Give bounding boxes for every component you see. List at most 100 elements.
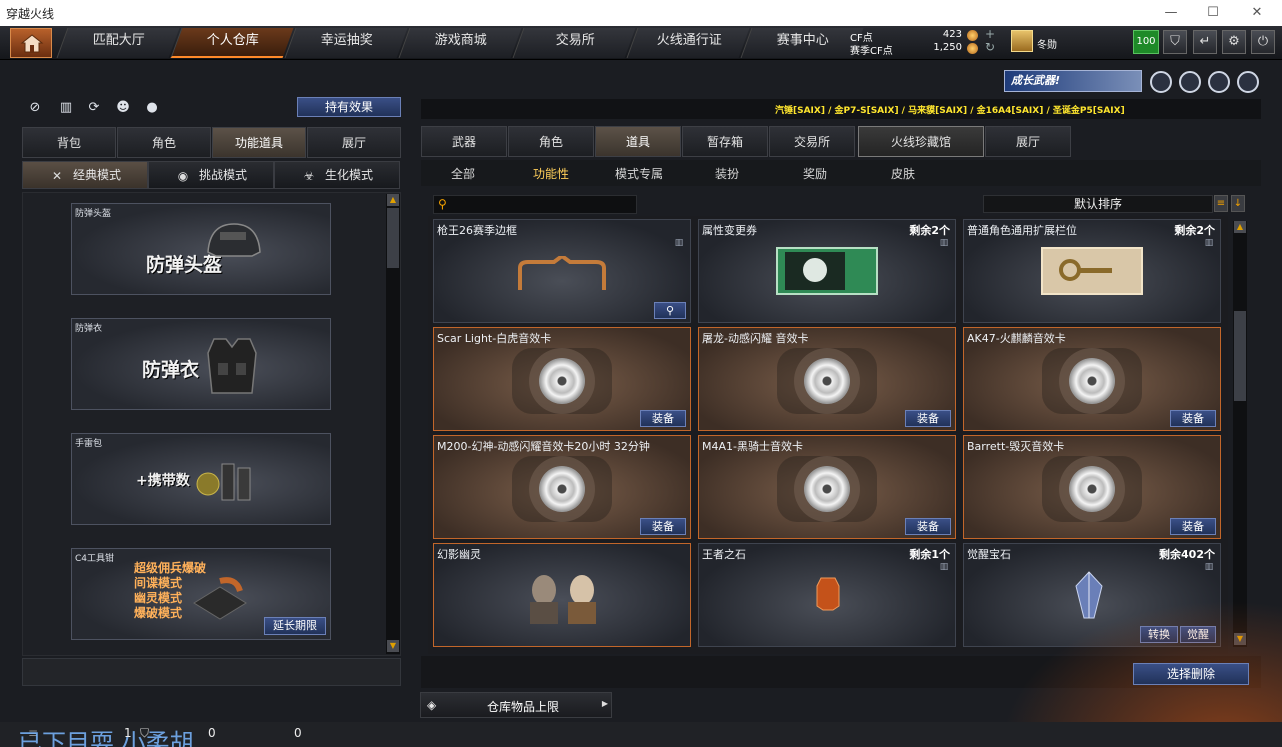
maximize-button[interactable]: ☐ [1192, 2, 1234, 24]
warehouse-tabs: 武器 角色 道具 暂存箱 交易所 火线珍藏馆 展厅 [421, 126, 1261, 157]
tab-function-items[interactable]: 功能道具 [212, 127, 306, 158]
tab-lucky-draw[interactable]: 幸运抽奖 [284, 28, 408, 58]
minimize-button[interactable]: — [1150, 2, 1192, 24]
tab-items[interactable]: 道具 [595, 126, 681, 157]
tab-battle-pass[interactable]: 火线通行证 [626, 28, 750, 58]
subtab-all[interactable]: 全部 [451, 165, 475, 182]
subtab-dressup[interactable]: 装扮 [715, 165, 739, 182]
tab-game-store[interactable]: 游戏商城 [398, 28, 522, 58]
cycle-icon[interactable]: ⟳ [83, 97, 105, 119]
equip-button[interactable]: 装备 [1170, 410, 1216, 427]
grenade-icon[interactable]: ● [141, 97, 163, 119]
equip-button[interactable]: 装备 [905, 410, 951, 427]
gun-recommend-list[interactable]: 汽锤[SAIX] / 金P7-S[SAIX] / 马来貘[SAIX] / 金16… [775, 103, 1125, 116]
tab-challenge-mode[interactable]: ◉ 挑战模式 [148, 161, 274, 189]
list-view-icon[interactable]: ≡ [1214, 195, 1228, 212]
challenge-icon: ◉ [177, 169, 189, 183]
equip-card-helmet[interactable]: 防弹头盔 防弹头盔 [71, 203, 331, 295]
magnify-icon[interactable]: ⚲ [654, 302, 686, 319]
equip-card-c4-pliers[interactable]: C4工具钳 超级佣兵爆破 间谍模式 幽灵模式 爆破模式 延长期限 [71, 548, 331, 640]
trash-icon[interactable]: ▥ [1203, 561, 1215, 573]
item-card[interactable]: M200-幻神-动感闪耀音效卡20小时 32分钟 装备 [433, 435, 691, 539]
tab-storage-box[interactable]: 暂存箱 [682, 126, 768, 157]
tab-exchange[interactable]: 交易所 [512, 28, 636, 58]
owned-effects-button[interactable]: 持有效果 [297, 97, 401, 117]
item-card[interactable]: Scar Light-白虎音效卡 装备 [433, 327, 691, 431]
tab-character[interactable]: 角色 [117, 127, 211, 158]
character-icon[interactable]: ☻ [112, 97, 134, 119]
power-icon[interactable]: ⏻ [1251, 30, 1275, 54]
left-scroll-thumb[interactable] [387, 208, 399, 268]
trash-icon[interactable]: ▥ [938, 561, 950, 573]
select-delete-button[interactable]: 选择删除 [1133, 663, 1249, 685]
refresh-icon[interactable]: ↻ [984, 41, 996, 54]
globe-icon[interactable] [1179, 71, 1201, 93]
season-coin-icon [967, 43, 978, 54]
tab-characters[interactable]: 角色 [508, 126, 594, 157]
sort-down-icon[interactable]: ↓ [1231, 195, 1245, 212]
scroll-up-icon[interactable]: ▲ [387, 194, 399, 206]
rank-badge-icon[interactable] [1011, 30, 1033, 52]
left-scrollbar[interactable]: ▲ ▼ [386, 194, 400, 654]
equip-button[interactable]: 装备 [1170, 518, 1216, 535]
grid-scroll-down-icon[interactable]: ▼ [1234, 633, 1246, 645]
equip-button[interactable]: 装备 [640, 518, 686, 535]
item-card[interactable]: 普通角色通用扩展栏位 剩余2个 ▥ [963, 219, 1221, 323]
close-button[interactable]: ✕ [1236, 2, 1278, 24]
trash-icon[interactable]: ▥ [1203, 237, 1215, 249]
equip-card-vest[interactable]: 防弹衣 防弹衣 [71, 318, 331, 410]
stats-icon[interactable]: ▥ [55, 97, 77, 119]
subtab-skins[interactable]: 皮肤 [891, 165, 915, 182]
subtab-rewards[interactable]: 奖励 [803, 165, 827, 182]
tab-zombie-mode[interactable]: ☣ 生化模式 [274, 161, 400, 189]
tab-showroom[interactable]: 展厅 [307, 127, 401, 158]
item-card[interactable]: 觉醒宝石 剩余402个 ▥ 转换 觉醒 [963, 543, 1221, 647]
sort-dropdown[interactable]: 默认排序 [983, 195, 1213, 213]
level-badge[interactable]: 100 [1133, 30, 1159, 54]
trash-icon[interactable]: ▥ [938, 237, 950, 249]
item-card[interactable]: 属性变更券 剩余2个 ▥ [698, 219, 956, 323]
badge-icon[interactable] [1150, 71, 1172, 93]
subtab-functional[interactable]: 功能性 [533, 165, 569, 182]
tab-backpack[interactable]: 背包 [22, 127, 116, 158]
tab-event-center[interactable]: 赛事中心 [740, 28, 864, 58]
return-icon[interactable]: ↵ [1193, 30, 1217, 54]
growth-weapon-banner[interactable]: 成长武器! [1004, 70, 1142, 92]
settings-gear-icon[interactable]: ⚙ [1222, 30, 1246, 54]
convert-button[interactable]: 转换 [1140, 626, 1178, 643]
trash-icon[interactable]: ▥ [673, 237, 685, 249]
wings-icon[interactable] [1237, 71, 1259, 93]
tab-trade[interactable]: 交易所 [769, 126, 855, 157]
grid-scrollbar[interactable]: ▲ ▼ [1233, 221, 1247, 647]
grid-scroll-thumb[interactable] [1234, 311, 1246, 401]
equip-button[interactable]: 装备 [640, 410, 686, 427]
equip-button[interactable]: 装备 [905, 518, 951, 535]
shield-icon[interactable]: ⛉ [1163, 30, 1187, 54]
search-input[interactable] [454, 197, 634, 212]
awaken-button[interactable]: 觉醒 [1180, 626, 1216, 643]
item-card[interactable]: 枪王26赛季边框 ▥ ⚲ [433, 219, 691, 323]
equip-card-grenade-pack[interactable]: 手雷包 +携带数 [71, 433, 331, 525]
item-card[interactable]: 屠龙-动感闪耀 音效卡 装备 [698, 327, 956, 431]
warehouse-capacity-button[interactable]: ◈ 仓库物品上限 ▶ [420, 692, 612, 718]
tab-personal-warehouse[interactable]: 个人仓库 [170, 28, 294, 58]
tab-collection-hall[interactable]: 火线珍藏馆 [858, 126, 984, 157]
item-card[interactable]: 幻影幽灵 [433, 543, 691, 647]
item-card[interactable]: Barrett-毁灭音效卡 装备 [963, 435, 1221, 539]
tab-classic-mode[interactable]: ✕ 经典模式 [22, 161, 148, 189]
toggle-off-icon[interactable]: ⊘ [24, 97, 46, 119]
extend-period-button[interactable]: 延长期限 [264, 617, 326, 635]
search-field[interactable]: ⚲ [433, 195, 637, 214]
subtab-mode-exclusive[interactable]: 模式专属 [615, 165, 663, 182]
tab-showroom-right[interactable]: 展厅 [985, 126, 1071, 157]
scroll-down-icon[interactable]: ▼ [387, 640, 399, 652]
item-card[interactable]: AK47-火麒麟音效卡 装备 [963, 327, 1221, 431]
tab-weapons[interactable]: 武器 [421, 126, 507, 157]
item-card[interactable]: 王者之石 剩余1个 ▥ [698, 543, 956, 647]
home-button[interactable] [10, 28, 52, 58]
item-card[interactable]: M4A1-黑骑士音效卡 装备 [698, 435, 956, 539]
star-icon[interactable] [1208, 71, 1230, 93]
grid-scroll-up-icon[interactable]: ▲ [1234, 221, 1246, 233]
tab-match-lobby[interactable]: 匹配大厅 [56, 28, 180, 58]
left-footer [22, 658, 401, 686]
